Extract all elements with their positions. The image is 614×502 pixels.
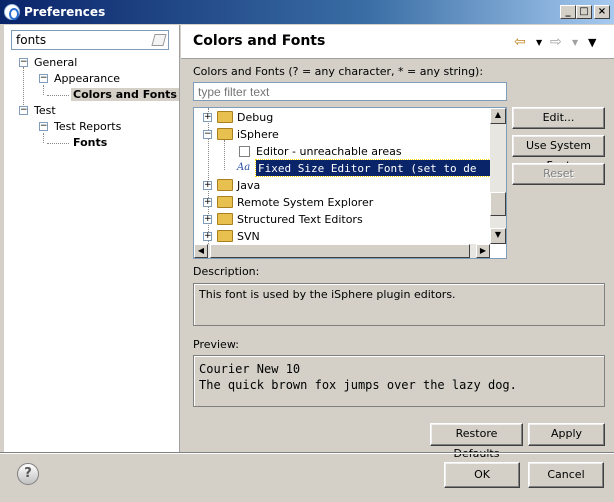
minimize-button[interactable]: _ xyxy=(560,5,576,19)
back-dropdown-icon[interactable]: ▼ xyxy=(536,38,542,47)
expand-toggle[interactable]: + xyxy=(203,113,212,122)
collapse-appearance-toggle[interactable]: − xyxy=(39,74,48,83)
reset-button[interactable]: Reset xyxy=(512,163,605,185)
search-input-value: fonts xyxy=(16,33,47,47)
back-arrow-icon[interactable]: ⇦ xyxy=(514,34,526,50)
font-tree[interactable]: + Debug − iSphere Editor - unreachable a… xyxy=(193,107,507,259)
font-tree-label: Java xyxy=(237,179,261,192)
font-tree-label: Editor - unreachable areas xyxy=(256,145,402,158)
view-menu-icon[interactable]: ▼ xyxy=(588,36,596,49)
apply-button[interactable]: Apply xyxy=(528,423,605,446)
tree-item-general[interactable]: General xyxy=(34,56,77,69)
description-label: Description: xyxy=(193,265,260,278)
font-tree-label: SVN xyxy=(237,230,260,243)
preview-box: Courier New 10 The quick brown fox jumps… xyxy=(193,355,605,407)
tree-item-fonts[interactable]: Fonts xyxy=(73,136,107,149)
collapse-test-reports-toggle[interactable]: − xyxy=(39,122,48,131)
preview-label: Preview: xyxy=(193,338,239,351)
title-bar: Preferences _ □ × xyxy=(0,0,614,24)
expand-toggle[interactable]: + xyxy=(203,198,212,207)
font-tree-row-structured[interactable]: + Structured Text Editors xyxy=(194,211,506,228)
font-tree-label: iSphere xyxy=(237,128,279,141)
description-box: This font is used by the iSphere plugin … xyxy=(193,283,605,326)
folder-icon xyxy=(217,213,233,225)
expand-toggle[interactable]: + xyxy=(203,215,212,224)
vertical-scrollbar[interactable]: ▲ ▼ xyxy=(490,108,506,244)
scroll-up-button[interactable]: ▲ xyxy=(490,108,506,124)
folder-icon xyxy=(217,179,233,191)
tree-item-test-reports[interactable]: Test Reports xyxy=(54,120,121,133)
clear-search-icon[interactable] xyxy=(151,34,167,46)
expand-toggle[interactable]: + xyxy=(203,181,212,190)
description-text: This font is used by the iSphere plugin … xyxy=(199,288,456,301)
help-icon[interactable]: ? xyxy=(17,463,39,485)
filter-input[interactable] xyxy=(193,82,507,101)
font-tree-row-rse[interactable]: + Remote System Explorer xyxy=(194,194,506,211)
font-tree-row-fixed-size[interactable]: Aa Fixed Size Editor Font (set to de xyxy=(194,159,506,177)
separator xyxy=(0,452,614,454)
filter-label: Colors and Fonts (? = any character, * =… xyxy=(193,65,484,78)
expand-toggle[interactable]: + xyxy=(203,232,212,241)
scroll-right-button[interactable]: ▶ xyxy=(476,244,490,258)
collapse-test-toggle[interactable]: − xyxy=(19,106,28,115)
tree-item-appearance[interactable]: Appearance xyxy=(54,72,120,85)
tree-item-test[interactable]: Test xyxy=(34,104,56,117)
font-tree-row-debug[interactable]: + Debug xyxy=(194,109,506,126)
color-swatch-icon xyxy=(239,146,250,157)
window-title: Preferences xyxy=(24,5,106,19)
font-tree-row-unreachable[interactable]: Editor - unreachable areas xyxy=(194,143,506,160)
expand-toggle[interactable]: − xyxy=(203,130,212,139)
scroll-left-button[interactable]: ◀ xyxy=(194,244,208,258)
font-tree-row-svn[interactable]: + SVN xyxy=(194,228,506,245)
page-title: Colors and Fonts xyxy=(193,33,326,49)
font-tree-row-java[interactable]: + Java xyxy=(194,177,506,194)
forward-arrow-icon[interactable]: ⇨ xyxy=(550,34,562,50)
collapse-general-toggle[interactable]: − xyxy=(19,58,28,67)
ok-button[interactable]: OK xyxy=(444,462,520,488)
edit-button[interactable]: Edit... xyxy=(512,107,605,129)
folder-icon xyxy=(217,230,233,242)
scroll-thumb-horizontal[interactable] xyxy=(210,244,470,258)
maximize-button[interactable]: □ xyxy=(576,5,592,19)
font-tree-label: Debug xyxy=(237,111,274,124)
folder-icon xyxy=(217,196,233,208)
folder-icon xyxy=(217,128,233,140)
restore-defaults-button[interactable]: Restore Defaults xyxy=(430,423,523,460)
scroll-down-button[interactable]: ▼ xyxy=(490,228,506,244)
folder-icon xyxy=(217,111,233,123)
tree-item-colors-and-fonts[interactable]: Colors and Fonts xyxy=(71,88,179,101)
preview-font-name: Courier New 10 xyxy=(199,362,301,376)
horizontal-scrollbar[interactable]: ◀ ▶ xyxy=(194,244,490,258)
font-icon: Aa xyxy=(237,162,251,173)
scroll-thumb[interactable] xyxy=(490,192,506,216)
tree-line xyxy=(43,85,44,95)
font-tree-label: Remote System Explorer xyxy=(237,196,374,209)
tree-line xyxy=(43,133,44,143)
eclipse-icon xyxy=(4,4,20,20)
cancel-button[interactable]: Cancel xyxy=(528,462,604,488)
tree-line xyxy=(47,143,69,144)
preview-sample-text: The quick brown fox jumps over the lazy … xyxy=(199,378,517,392)
use-system-font-button[interactable]: Use System Font xyxy=(512,135,605,172)
font-tree-label: Structured Text Editors xyxy=(237,213,363,226)
font-tree-label-selected: Fixed Size Editor Font (set to de xyxy=(255,159,491,177)
forward-dropdown-icon[interactable]: ▼ xyxy=(572,38,578,47)
tree-line xyxy=(47,95,69,96)
font-tree-row-isphere[interactable]: − iSphere xyxy=(194,126,506,143)
close-button[interactable]: × xyxy=(594,5,610,19)
search-input[interactable]: fonts xyxy=(11,30,169,50)
